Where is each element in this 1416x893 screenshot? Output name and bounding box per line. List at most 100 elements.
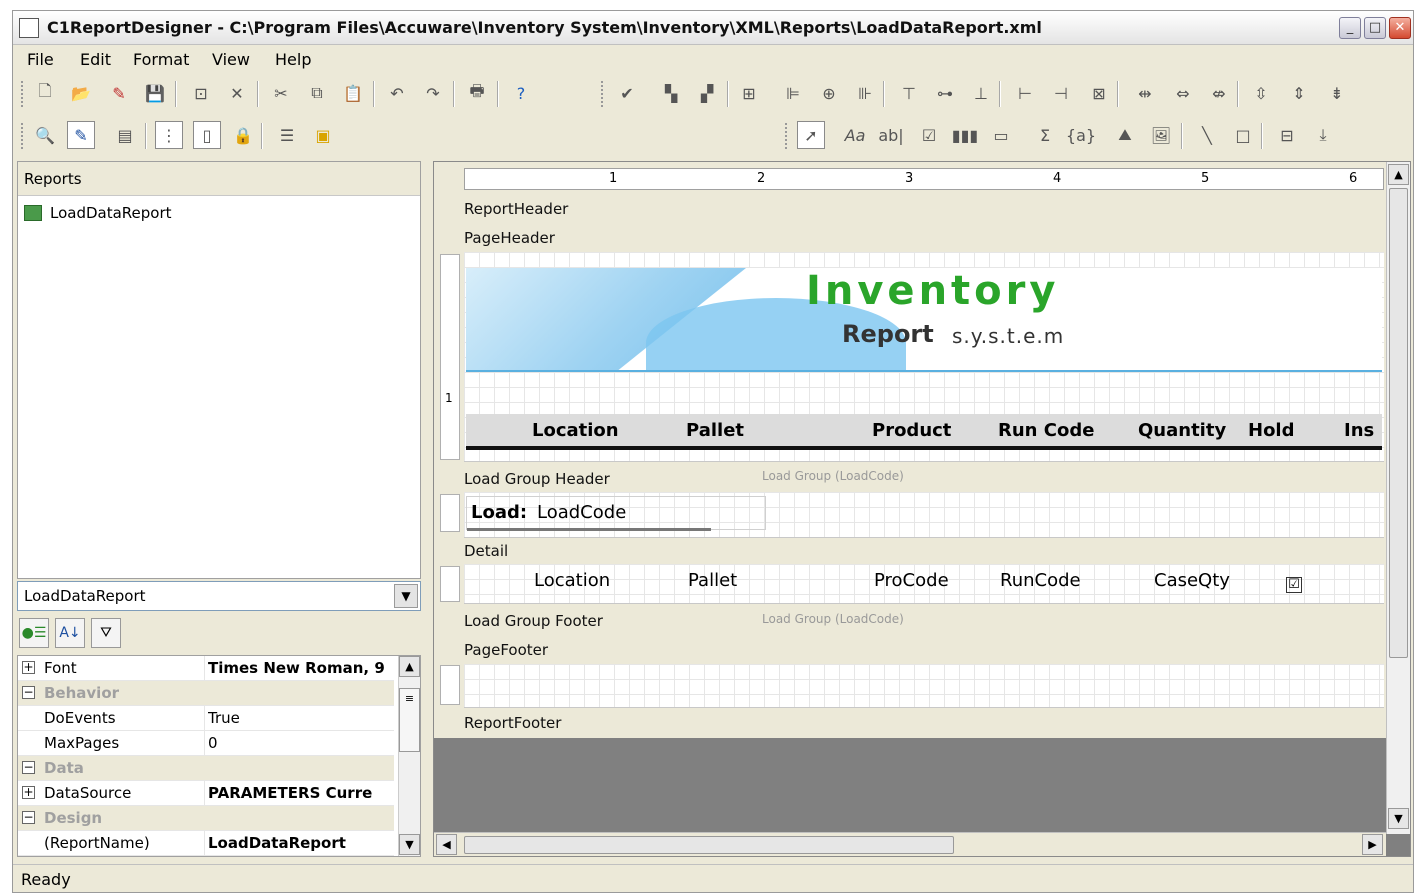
band-load-group-footer[interactable]: Load Group Footer (464, 612, 603, 630)
filter-icon[interactable]: ⛛ (91, 618, 121, 648)
rtf-icon[interactable]: ▭ (987, 121, 1015, 149)
new-icon[interactable]: 🗋 (31, 79, 59, 107)
property-category[interactable]: − Data (18, 756, 394, 781)
chevron-down-icon[interactable]: ▼ (394, 584, 418, 608)
calculated-field-icon[interactable]: {a} (1066, 121, 1096, 149)
scroll-right-icon[interactable]: ▶ (1362, 834, 1383, 855)
col-quantity[interactable]: Quantity (1138, 420, 1226, 441)
property-scrollbar[interactable]: ▲ ≡ ▼ (398, 656, 420, 856)
col-ins[interactable]: Ins (1344, 420, 1374, 441)
scroll-thumb[interactable]: ≡ (399, 688, 420, 752)
categorized-icon[interactable]: ●☰ (19, 618, 49, 648)
hspace-equal-icon[interactable]: ⇹ (1131, 79, 1159, 107)
expand-icon[interactable]: + (22, 661, 35, 674)
close-button[interactable]: ✕ (1389, 17, 1411, 39)
band-report-header[interactable]: ReportHeader (464, 200, 568, 218)
page-header-area[interactable]: Inventory Report s.y.s.t.e.m Location Pa… (464, 252, 1384, 462)
banner-image[interactable]: Inventory Report s.y.s.t.e.m (466, 268, 1382, 372)
band-page-footer[interactable]: PageFooter (464, 641, 548, 659)
same-width-icon[interactable]: ⊢ (1011, 79, 1039, 107)
menu-edit[interactable]: Edit (80, 50, 111, 69)
band-handle[interactable] (440, 494, 460, 532)
same-height-icon[interactable]: ⊣ (1047, 79, 1075, 107)
scroll-down-icon[interactable]: ▼ (1388, 808, 1409, 829)
line-icon[interactable]: ╲ (1193, 121, 1221, 149)
scroll-up-icon[interactable]: ▲ (1388, 164, 1409, 185)
property-category[interactable]: − Design (18, 806, 394, 831)
checkbox-icon[interactable]: ☑ (915, 121, 943, 149)
detail-area[interactable]: Location Pallet ProCode RunCode CaseQty … (464, 564, 1384, 604)
band-load-group-header[interactable]: Load Group Header (464, 470, 610, 488)
scroll-thumb[interactable] (1389, 188, 1408, 658)
field-caseqty[interactable]: CaseQty (1154, 570, 1230, 591)
align-top-icon[interactable]: ⊤ (895, 79, 923, 107)
band-handle[interactable] (440, 566, 460, 602)
band-handle[interactable] (440, 665, 460, 705)
snap-grid-icon[interactable]: ⊞ (735, 79, 763, 107)
vspace-increase-icon[interactable]: ⇕ (1285, 79, 1313, 107)
image-icon[interactable]: ⛰ (1111, 121, 1139, 149)
send-back-icon[interactable]: ▞ (693, 79, 721, 107)
collapse-icon[interactable]: − (22, 761, 35, 774)
scroll-down-icon[interactable]: ▼ (399, 834, 420, 855)
field-procode[interactable]: ProCode (874, 570, 949, 591)
menu-file[interactable]: File (27, 50, 54, 69)
field-location[interactable]: Location (534, 570, 610, 591)
subreport-icon[interactable]: ⊟ (1273, 121, 1301, 149)
alphabetical-icon[interactable]: A↓ (55, 618, 85, 648)
col-run-code[interactable]: Run Code (998, 420, 1094, 441)
bring-front-icon[interactable]: ▚ (657, 79, 685, 107)
vspace-decrease-icon[interactable]: ⇟ (1323, 79, 1351, 107)
col-pallet[interactable]: Pallet (686, 420, 744, 441)
object-selector[interactable]: LoadDataReport ▼ (17, 581, 421, 611)
collapse-icon[interactable]: − (22, 686, 35, 699)
col-location[interactable]: Location (532, 420, 619, 441)
paste-icon[interactable]: 📋 (339, 79, 367, 107)
grid-icon[interactable]: ⋮ (155, 121, 183, 149)
new-report-icon[interactable]: ⊡ (187, 79, 215, 107)
page-footer-area[interactable] (464, 664, 1384, 708)
report-item[interactable]: LoadDataReport (24, 200, 172, 226)
sum-icon[interactable]: Σ (1031, 121, 1059, 149)
band-page-header[interactable]: PageHeader (464, 229, 555, 247)
scroll-left-icon[interactable]: ◀ (436, 834, 457, 855)
property-row[interactable]: DoEvents True (18, 706, 394, 731)
load-code-field[interactable]: Load: LoadCode (466, 496, 766, 531)
design-mode-icon[interactable]: ✎ (67, 121, 95, 149)
minimize-button[interactable]: _ (1339, 17, 1361, 39)
wizard-icon[interactable]: ✎ (105, 79, 133, 107)
designer-vscroll[interactable]: ▲ ▼ (1386, 162, 1410, 834)
delete-icon[interactable]: ✕ (223, 79, 251, 107)
rectangle-icon[interactable]: □ (1229, 121, 1257, 149)
align-bottom-icon[interactable]: ⊥ (967, 79, 995, 107)
scroll-up-icon[interactable]: ▲ (399, 656, 420, 677)
align-center-icon[interactable]: ⊕ (815, 79, 843, 107)
align-right-icon[interactable]: ⊪ (851, 79, 879, 107)
help-icon[interactable]: ? (507, 79, 535, 107)
hspace-increase-icon[interactable]: ⇔ (1169, 79, 1197, 107)
label-icon[interactable]: Aa (841, 121, 869, 149)
cut-icon[interactable]: ✂ (267, 79, 295, 107)
group-header-area[interactable]: Load: LoadCode (464, 492, 1384, 538)
scroll-thumb[interactable] (464, 836, 954, 854)
hold-checkbox[interactable]: ☑ (1286, 572, 1302, 593)
save-icon[interactable]: 💾 (141, 79, 169, 107)
pointer-icon[interactable]: ➚ (797, 121, 825, 149)
expand-icon[interactable]: + (22, 786, 35, 799)
menu-view[interactable]: View (212, 50, 250, 69)
align-left-icon[interactable]: ⊫ (779, 79, 807, 107)
group-icon[interactable]: ☰ (273, 121, 301, 149)
align-middle-icon[interactable]: ⊶ (931, 79, 959, 107)
undo-icon[interactable]: ↶ (383, 79, 411, 107)
property-category[interactable]: − Behavior (18, 681, 394, 706)
band-detail[interactable]: Detail (464, 542, 508, 560)
picture-icon[interactable]: 🖼 (1147, 121, 1175, 149)
menu-format[interactable]: Format (133, 50, 189, 69)
maximize-button[interactable]: □ (1364, 17, 1386, 39)
sort-icon[interactable]: ▣ (309, 121, 337, 149)
redo-icon[interactable]: ↷ (419, 79, 447, 107)
print-icon[interactable]: 🖶 (463, 79, 491, 107)
lock-grid-icon[interactable]: ▯ (193, 121, 221, 149)
property-row[interactable]: (ReportName) LoadDataReport (18, 831, 394, 856)
same-size-icon[interactable]: ⊠ (1085, 79, 1113, 107)
